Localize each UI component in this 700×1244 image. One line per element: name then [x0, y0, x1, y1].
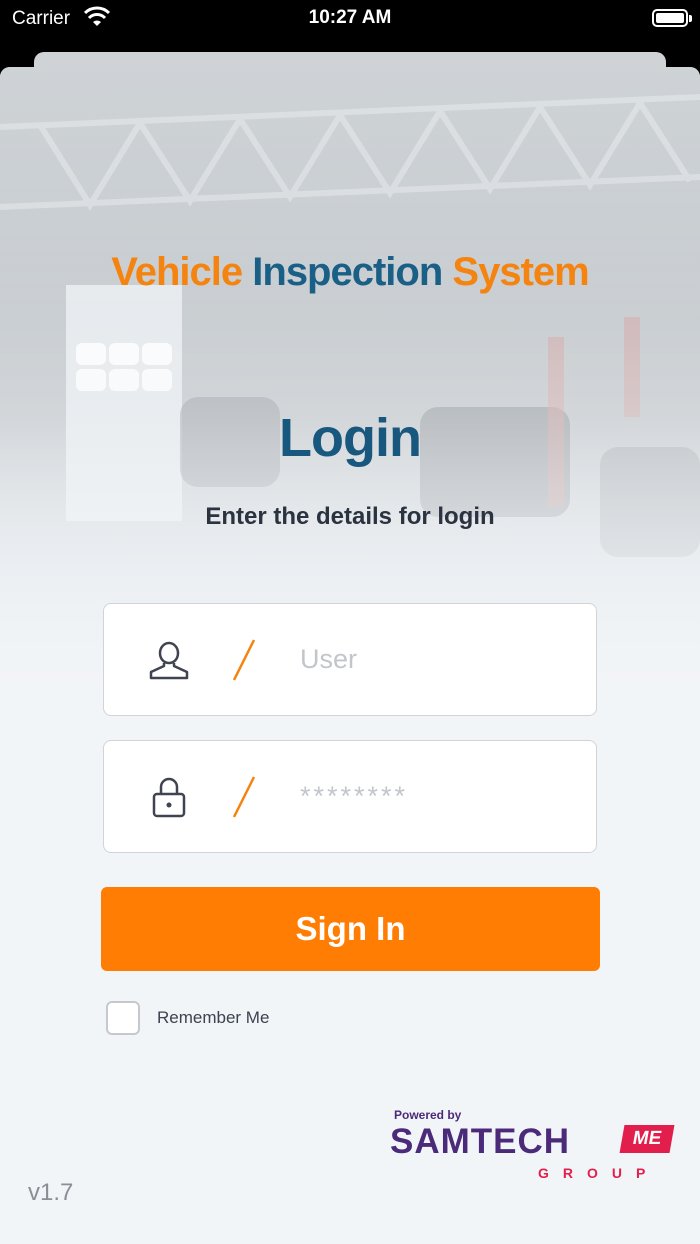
- brand-group-label: GROUP: [538, 1165, 660, 1181]
- app-title-word-1: Vehicle: [111, 250, 243, 294]
- powered-by-label: Powered by: [394, 1108, 462, 1122]
- remember-me-checkbox[interactable]: [106, 1001, 140, 1035]
- login-screen: Vehicle Inspection System Login Enter th…: [0, 67, 700, 1244]
- app-title-word-3: System: [452, 250, 589, 294]
- username-input[interactable]: [300, 632, 580, 686]
- login-subtitle: Enter the details for login: [205, 503, 495, 530]
- app-title-word-2: Inspection: [252, 250, 443, 294]
- separator-slash-icon: [232, 639, 256, 681]
- clock: 10:27 AM: [308, 7, 392, 28]
- brand-badge: ME: [619, 1125, 675, 1153]
- status-bar: Carrier 10:27 AM: [0, 0, 700, 40]
- password-field[interactable]: [103, 740, 597, 853]
- remember-me-label: Remember Me: [157, 1008, 270, 1027]
- version-label: v1.7: [28, 1179, 74, 1206]
- battery-icon: [652, 9, 692, 27]
- user-icon: [149, 641, 189, 680]
- password-input[interactable]: [300, 769, 580, 823]
- separator-slash-icon: [232, 776, 256, 818]
- login-heading: Login: [279, 408, 422, 468]
- lock-icon: [152, 777, 186, 818]
- sign-in-button[interactable]: Sign In: [101, 887, 600, 971]
- brand-name: SAMTECH: [390, 1122, 571, 1161]
- app-title: Vehicle Inspection System: [0, 250, 700, 295]
- username-field[interactable]: [103, 603, 597, 716]
